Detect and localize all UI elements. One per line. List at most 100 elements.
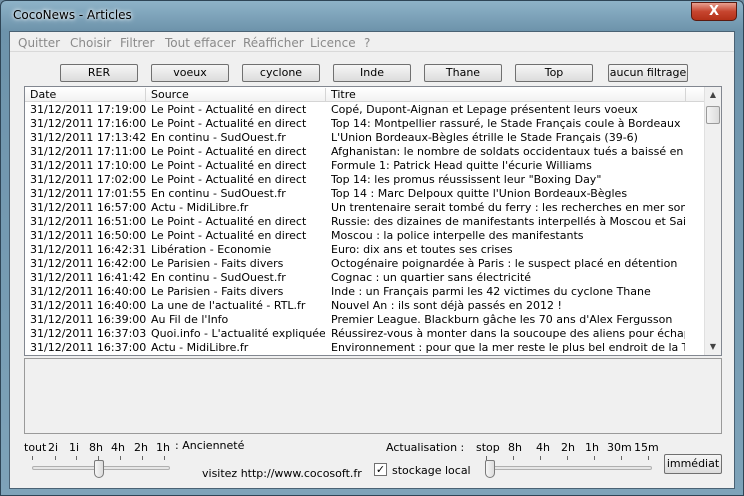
row-title: Inde : un Français parmi les 42 victimes… [331,285,651,298]
row-title: Cognac : un quartier sans électricité [331,271,532,284]
row-source: En continu - SudOuest.fr [151,131,286,144]
table-row[interactable]: 31/12/2011 16:40:00 La une de l'actualité… [25,299,705,313]
table-row[interactable]: 31/12/2011 17:13:42 En continu - SudOuest… [25,131,705,145]
actualisation-tick-label: 4h [536,441,550,454]
anciennete-tick-label: 1i [69,441,80,454]
menu-filtrer[interactable]: Filtrer [120,36,154,50]
row-source: Le Point - Actualité en direct [151,229,307,242]
table-row[interactable]: 31/12/2011 16:40:00 Le Parisien - Faits d… [25,285,705,299]
table-row[interactable]: 31/12/2011 16:51:00 Le Point - Actualité … [25,215,705,229]
menu-tout-effacer[interactable]: Tout effacer [165,36,236,50]
immediat-button[interactable]: immédiat [664,454,722,474]
actualisation-slider-thumb[interactable] [485,460,495,478]
filter-button-voeux[interactable]: voeux [151,64,229,82]
table-row[interactable]: 31/12/2011 16:39:00 Au Fil de l'Info Premi… [25,313,705,327]
table-row[interactable]: 31/12/2011 17:02:00 Le Point - Actualité … [25,173,705,187]
actualisation-tick-label: 15m [634,441,659,454]
row-source: Libération - Economie [151,243,272,256]
filter-button-inde[interactable]: Inde [333,64,411,82]
actualisation-tick-label: stop [476,441,500,454]
articles-list[interactable]: Date Source Titre 31/12/2011 17:19:00 Le … [24,86,722,356]
anciennete-tick-label: 1h [156,441,170,454]
actualisation-tick-label: 2h [561,441,575,454]
list-rows: 31/12/2011 17:19:00 Le Point - Actualité … [25,103,705,355]
table-row[interactable]: 31/12/2011 17:16:00 Le Point - Actualité … [25,117,705,131]
table-row[interactable]: 31/12/2011 16:41:42 En continu - SudOuest… [25,271,705,285]
menu-licence[interactable]: Licence [310,36,356,50]
row-title: Afghanistan: le nombre de soldats occide… [331,145,685,158]
actualisation-tick-label: 30m [607,441,632,454]
row-title: Premier League. Blackburn gâche les 70 a… [331,313,673,326]
column-header-title[interactable]: Titre [326,88,686,102]
row-date: 31/12/2011 17:19:00 [30,103,147,116]
close-button[interactable]: X [691,2,737,21]
row-date: 31/12/2011 16:37:00 [30,341,147,354]
anciennete-tick-label: 2i [48,441,59,454]
scroll-up-icon[interactable]: ▲ [705,87,721,103]
menu-quitter[interactable]: Quitter [18,36,60,50]
table-row[interactable]: 31/12/2011 17:11:00 Le Point - Actualité … [25,145,705,159]
title-bar[interactable]: CocoNews - Articles X [1,1,743,31]
filter-button-cyclone[interactable]: cyclone [242,64,320,82]
row-title: Formule 1: Patrick Head quitte l'écurie … [331,159,592,172]
website-link[interactable]: visitez http://www.cocosoft.fr [202,467,362,480]
row-source: Le Point - Actualité en direct [151,145,307,158]
menu-reafficher[interactable]: Réafficher [243,36,304,50]
row-date: 31/12/2011 16:40:00 [30,285,147,298]
row-title: Nouvel An : ils sont déjà passés en 2012… [331,299,562,312]
article-detail-pane [24,358,722,434]
row-source: La une de l'actualité - RTL.fr [151,299,306,312]
row-source: Au Fil de l'Info [151,313,229,326]
row-date: 31/12/2011 16:40:00 [30,299,147,312]
table-row[interactable]: 31/12/2011 17:10:00 Le Point - Actualité … [25,159,705,173]
table-row[interactable]: 31/12/2011 16:42:31 Libération - Economie… [25,243,705,257]
row-date: 31/12/2011 17:11:00 [30,145,147,158]
filter-button-rer[interactable]: RER [60,64,138,82]
menu-help[interactable]: ? [364,36,370,50]
window-title: CocoNews - Articles [13,8,132,22]
table-row[interactable]: 31/12/2011 16:37:00 Actu - MidiLibre.fr En… [25,341,705,355]
row-date: 31/12/2011 16:42:31 [30,243,147,256]
row-title: Copé, Dupont-Aignan et Lepage présentent… [331,103,638,116]
client-area: Quitter Choisir Filtrer Tout effacer Réa… [9,31,735,489]
app-window: CocoNews - Articles X Quitter Choisir Fi… [0,0,744,496]
row-title: Euro: dix ans et toutes ses crises [331,243,513,256]
column-header-source[interactable]: Source [146,88,326,102]
row-date: 31/12/2011 17:02:00 [30,173,147,186]
scroll-down-icon[interactable]: ▼ [705,339,721,355]
column-header-date[interactable]: Date [25,88,146,102]
actualisation-label: Actualisation : [386,441,465,454]
filter-button-thane[interactable]: Thane [424,64,502,82]
row-source: En continu - SudOuest.fr [151,187,286,200]
menu-choisir[interactable]: Choisir [70,36,111,50]
row-title: L'Union Bordeaux-Bègles étrille le Stade… [331,131,638,144]
table-row[interactable]: 31/12/2011 17:19:00 Le Point - Actualité … [25,103,705,117]
table-row[interactable]: 31/12/2011 16:50:00 Le Point - Actualité … [25,229,705,243]
row-date: 31/12/2011 17:16:00 [30,117,147,130]
row-source: Quoi.info - L'actualité expliquée [151,327,325,340]
filter-button-aucun[interactable]: aucun filtrage [608,64,688,82]
table-row[interactable]: 31/12/2011 17:01:55 En continu - SudOuest… [25,187,705,201]
table-row[interactable]: 31/12/2011 16:42:00 Le Parisien - Faits d… [25,257,705,271]
row-date: 31/12/2011 16:57:00 [30,201,147,214]
anciennete-tick-label: 8h [89,441,103,454]
row-source: En continu - SudOuest.fr [151,271,286,284]
list-header: Date Source Titre [25,87,705,102]
table-row[interactable]: 31/12/2011 16:57:00 Actu - MidiLibre.fr Un… [25,201,705,215]
stockage-local-checkbox[interactable]: ✓ [374,463,387,476]
row-source: Le Point - Actualité en direct [151,159,307,172]
row-source: Actu - MidiLibre.fr [151,341,249,354]
scroll-thumb[interactable] [706,106,720,124]
menu-bar: Quitter Choisir Filtrer Tout effacer Réa… [10,32,734,52]
filter-button-top[interactable]: Top [515,64,593,82]
row-date: 31/12/2011 17:10:00 [30,159,147,172]
vertical-scrollbar[interactable]: ▲ ▼ [704,87,721,355]
row-source: Le Point - Actualité en direct [151,117,307,130]
row-source: Le Point - Actualité en direct [151,173,307,186]
row-title: Top 14: Montpellier rassuré, le Stade Fr… [331,117,681,130]
table-row[interactable]: 31/12/2011 16:37:03 Quoi.info - L'actuali… [25,327,705,341]
row-title: Moscou : la police interpelle des manife… [331,229,584,242]
anciennete-slider-thumb[interactable] [94,460,104,478]
row-date: 31/12/2011 16:41:42 [30,271,147,284]
row-title: Octogénaire poignardée à Paris : le susp… [331,257,678,270]
